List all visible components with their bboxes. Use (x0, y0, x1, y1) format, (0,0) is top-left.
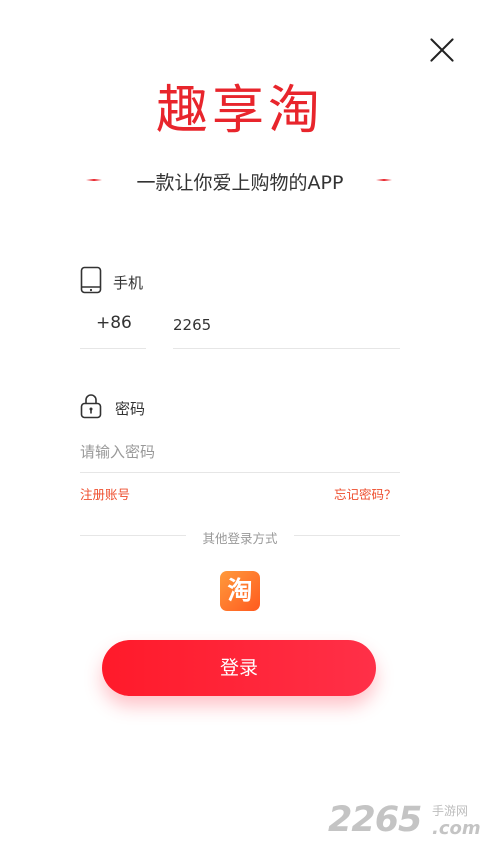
phone-input-underline (173, 348, 400, 349)
other-login-left-line (80, 535, 186, 536)
phone-icon (80, 266, 102, 298)
tagline-right-dash (376, 179, 392, 181)
lock-icon (80, 393, 102, 423)
password-input[interactable]: 请输入密码 (80, 441, 155, 462)
other-login-right-line (294, 535, 400, 536)
other-login-label: 其他登录方式 (202, 531, 278, 546)
password-label: 密码 (115, 400, 146, 418)
app-logo: 趣享淘 (155, 81, 324, 141)
tagline-row: 一款让你爱上购物的APP (0, 166, 480, 196)
watermark-suffix: .com (432, 818, 480, 839)
country-code-underline (80, 348, 146, 349)
register-link[interactable]: 注册账号 (80, 484, 130, 503)
forgot-password-link[interactable]: 忘记密码？ (334, 484, 397, 503)
close-icon[interactable] (426, 34, 458, 66)
login-button[interactable]: 登录 (102, 640, 376, 696)
tagline: 一款让你爱上购物的APP (136, 172, 344, 194)
country-code-select[interactable]: +86 (96, 313, 132, 333)
taobao-login-icon[interactable]: 淘 (220, 571, 260, 611)
watermark-cn: 手游网 (432, 804, 469, 818)
phone-input[interactable]: 2265 (173, 316, 211, 334)
watermark-logo: 2265 手游网 .com (328, 800, 480, 844)
password-underline (80, 472, 400, 473)
phone-label: 手机 (113, 274, 144, 292)
watermark-number: 2265 (328, 800, 422, 840)
